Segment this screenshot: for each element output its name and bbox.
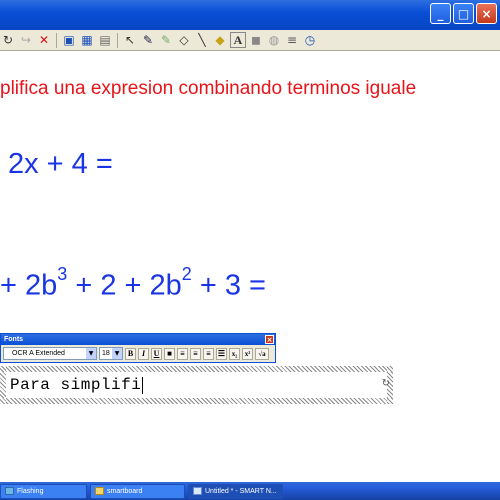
bold-button[interactable]: B: [125, 347, 136, 360]
font-family-select[interactable]: OCR A Extended ▼: [3, 347, 97, 360]
bullets-button[interactable]: ☰: [216, 347, 227, 360]
chevron-down-icon[interactable]: ▼: [86, 348, 96, 359]
equation-two-part: + 2 + 2b: [67, 269, 182, 302]
toolbar-divider: [117, 32, 118, 48]
main-toolbar: ↻ ↪ ✕ ▣ ▦ ▤ ↖ ✎ ✎ ◇ ╲ ◆ A ◼ ◍ ≡ ◷: [0, 30, 500, 51]
taskbar-item-smartboard[interactable]: smartboard: [90, 483, 185, 499]
subscript-button[interactable]: x₂: [229, 347, 240, 360]
taskbar-item-flashing[interactable]: Flashing: [0, 483, 87, 499]
fonts-controls-row: OCR A Extended ▼ 18 ▼ B I U ■ ≡ ≡ ≡ ☰ x₂…: [1, 345, 275, 362]
underline-button[interactable]: U: [151, 347, 162, 360]
superscript-button[interactable]: x²: [242, 347, 253, 360]
text-icon[interactable]: A: [230, 32, 246, 48]
folder-icon: [5, 487, 14, 495]
clock-icon[interactable]: ◷: [302, 32, 318, 48]
chevron-down-icon[interactable]: ▼: [112, 348, 122, 359]
fonts-title-text: Fonts: [4, 336, 24, 343]
equation-button[interactable]: √a: [255, 347, 269, 360]
image-icon[interactable]: ▤: [97, 32, 113, 48]
whiteboard-canvas[interactable]: plifica una expresion combinando termino…: [0, 52, 500, 482]
align-center-button[interactable]: ≡: [190, 347, 201, 360]
more-icon[interactable]: ≡: [284, 32, 300, 48]
align-right-button[interactable]: ≡: [203, 347, 214, 360]
pen-icon[interactable]: ✎: [140, 32, 156, 48]
camera-icon[interactable]: ◍: [266, 32, 282, 48]
highlighter-icon[interactable]: ✎: [158, 32, 174, 48]
taskbar-item-label: Flashing: [17, 487, 44, 495]
italic-button[interactable]: I: [138, 347, 149, 360]
equation-two-part: + 2b: [0, 269, 58, 302]
redo-icon[interactable]: ↻: [0, 32, 16, 48]
taskbar-item-label: smartboard: [107, 487, 143, 495]
window-title-bar: _ □ ×: [0, 0, 500, 30]
close-button[interactable]: ×: [476, 3, 497, 24]
fonts-toolbar[interactable]: Fonts × OCR A Extended ▼ 18 ▼ B I U ■ ≡ …: [0, 333, 276, 363]
window-controls: _ □ ×: [430, 3, 497, 24]
equation-one: 2x + 4 =: [8, 148, 113, 180]
taskbar: Flashing smartboard Untitled * - SMART N…: [0, 482, 500, 500]
page-heading: plifica una expresion combinando termino…: [0, 78, 417, 99]
maximize-button[interactable]: □: [453, 3, 474, 24]
taskbar-item-label: Untitled * - SMART N...: [205, 487, 277, 495]
font-family-value: OCR A Extended: [12, 350, 65, 357]
font-size-value: 18: [102, 350, 110, 357]
equation-two-part: + 3 =: [191, 269, 266, 302]
line-icon[interactable]: ╲: [194, 32, 210, 48]
equation-two: + 2b3 + 2 + 2b2 + 3 =: [0, 264, 266, 303]
text-caret: [142, 376, 144, 394]
fonts-toolbar-title[interactable]: Fonts ×: [1, 334, 275, 345]
delete-icon[interactable]: ✕: [36, 32, 52, 48]
folder-icon: [95, 487, 104, 495]
toolbar-divider: [56, 32, 57, 48]
font-color-button[interactable]: ■: [164, 347, 175, 360]
align-left-button[interactable]: ≡: [177, 347, 188, 360]
eraser-icon[interactable]: ◇: [176, 32, 192, 48]
select-arrow-icon[interactable]: ↖: [122, 32, 138, 48]
screen-capture-icon[interactable]: ▦: [79, 32, 95, 48]
exponent: 3: [57, 264, 68, 284]
exponent: 2: [181, 264, 192, 284]
font-size-select[interactable]: 18 ▼: [99, 347, 123, 360]
text-box-frame[interactable]: Para simplifi ↻: [0, 366, 393, 404]
notebook-icon: [193, 487, 202, 495]
text-box[interactable]: Para simplifi: [6, 372, 387, 398]
taskbar-item-smart-notebook[interactable]: Untitled * - SMART N...: [188, 483, 283, 499]
redo-gray-icon[interactable]: ↪: [18, 32, 34, 48]
minimize-button[interactable]: _: [430, 3, 451, 24]
fonts-close-button[interactable]: ×: [265, 335, 274, 344]
resize-handle-icon[interactable]: ↻: [382, 378, 390, 389]
save-icon[interactable]: ▣: [61, 32, 77, 48]
text-box-content[interactable]: Para simplifi: [10, 376, 141, 394]
properties-icon[interactable]: ◼: [248, 32, 264, 48]
fill-icon[interactable]: ◆: [212, 32, 228, 48]
